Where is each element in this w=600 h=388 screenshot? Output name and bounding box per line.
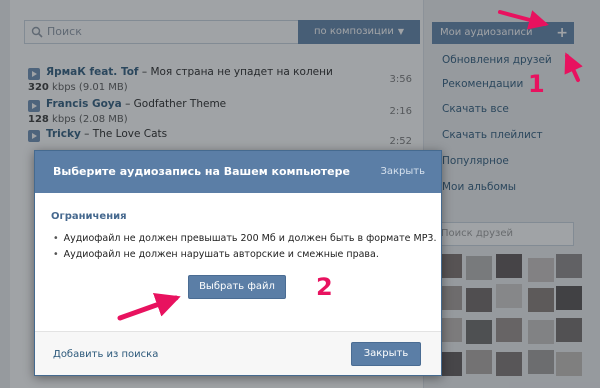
dialog-footer: Добавить из поиска Закрыть [35,331,441,375]
close-button[interactable]: Закрыть [351,342,421,366]
dialog-title: Выберите аудиозапись на Вашем компьютере [53,165,350,178]
limit-item: Аудиофайл не должен превышать 200 Мб и д… [53,233,437,244]
add-from-search-link[interactable]: Добавить из поиска [53,349,158,360]
annotation-step-1: 1 [528,70,545,98]
annotation-step-2: 2 [316,273,333,301]
limit-item: Аудиофайл не должен нарушать авторские и… [53,249,379,260]
dialog-header: Выберите аудиозапись на Вашем компьютере… [35,151,441,193]
limits-heading: Ограничения [51,211,127,222]
page: Поиск по композиции ▼ ЯрмаК feat. Tof – М… [0,0,600,388]
choose-file-button[interactable]: Выбрать файл [188,275,286,299]
upload-audio-dialog: Выберите аудиозапись на Вашем компьютере… [34,150,442,376]
dialog-close-link[interactable]: Закрыть [380,166,425,177]
